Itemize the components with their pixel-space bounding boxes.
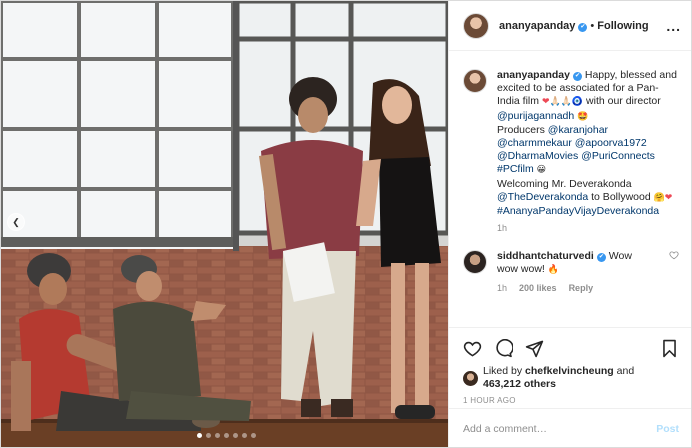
caption-emojis: ❤🙏🏻🙏🏻🧿 (541, 97, 584, 108)
comment-like-icon[interactable] (669, 250, 679, 263)
liked-middle: and (613, 365, 635, 377)
heart-icon[interactable] (463, 339, 482, 358)
mention-link[interactable]: @DharmaMovies (497, 150, 578, 162)
comment-emoji: 🔥 (547, 265, 559, 276)
following-button[interactable]: Following (597, 20, 648, 32)
caption-meta: 1h (497, 223, 679, 233)
liker-username[interactable]: chefkelvincheung (525, 365, 614, 377)
caption-emojis: 🤩 (574, 111, 589, 122)
post-timestamp[interactable]: 1 HOUR AGO (463, 396, 679, 405)
liker-avatar[interactable] (463, 370, 478, 386)
comment-icon[interactable] (494, 338, 513, 358)
caption-username[interactable]: ananyapanday (497, 69, 570, 81)
separator-dot: • (590, 19, 595, 32)
add-comment-input[interactable] (463, 423, 657, 435)
caption-emojis: 🤗❤ (653, 192, 673, 203)
caption-text: ananyapanday ✔ Happy, blessed and excited… (497, 69, 679, 218)
commenter-username[interactable]: siddhantchaturvedi (497, 250, 594, 262)
comment-meta: 1h 200 likes Reply (497, 283, 679, 293)
author-username[interactable]: ananyapanday (499, 20, 575, 32)
liked-by-text: Liked by chefkelvincheung and 463,212 oth… (483, 365, 634, 391)
post-header: ananyapanday ✔ • Following ... (449, 1, 691, 51)
mention-link[interactable]: @charmmekaur (497, 137, 572, 149)
action-icons (463, 334, 679, 362)
comment-item: siddhantchaturvedi ✔ Wow wow wow! 🔥 (463, 250, 679, 277)
caption: ananyapanday ✔ Happy, blessed and excited… (463, 69, 679, 218)
photo-illustration (1, 1, 448, 447)
comment-time[interactable]: 1h (497, 283, 507, 293)
carousel-dot (242, 433, 247, 438)
carousel-prev-icon[interactable]: ❮ (7, 213, 25, 231)
mention-link[interactable]: @TheDeverakonda (497, 191, 588, 203)
carousel-dot (251, 433, 256, 438)
carousel-dot (233, 433, 238, 438)
author-avatar[interactable] (463, 12, 489, 39)
caption-part: to Bollywood (588, 190, 654, 203)
likes-count-number: 463,212 (483, 378, 521, 390)
verified-badge-icon: ✔ (572, 72, 582, 81)
mention-link[interactable]: @PuriConnects (581, 150, 655, 162)
carousel-dot (224, 433, 229, 438)
reply-button[interactable]: Reply (569, 283, 594, 293)
verified-badge-icon: ✔ (578, 22, 588, 32)
author-name-group: ananyapanday ✔ (499, 20, 588, 32)
hashtag-link[interactable]: #AnanyaPandayVijayDeverakonda (497, 205, 659, 217)
post-photo[interactable]: ❮ (1, 1, 448, 447)
more-options-icon[interactable]: ... (666, 18, 681, 34)
carousel-dot (215, 433, 220, 438)
carousel-dot (206, 433, 211, 438)
commenter-avatar[interactable] (463, 250, 487, 275)
hashtag-link[interactable]: #PCfilm (497, 163, 534, 175)
mention-link[interactable]: @apoorva1972 (575, 137, 647, 149)
comment-likes[interactable]: 200 likes (519, 283, 557, 293)
comments-section: ananyapanday ✔ Happy, blessed and excited… (449, 51, 691, 327)
caption-emojis: 😀 (533, 165, 547, 176)
post-side-panel: ananyapanday ✔ • Following ... ananyapand… (448, 1, 691, 447)
mention-link[interactable]: @karanjohar (548, 124, 608, 136)
caption-part: with our director (583, 95, 661, 108)
share-icon[interactable] (525, 339, 544, 358)
likes-count[interactable]: 463,212 others (483, 378, 556, 390)
caption-avatar[interactable] (463, 69, 487, 93)
carousel-dots (197, 433, 256, 438)
caption-part: Producers (497, 123, 548, 136)
likes-count-suffix: others (520, 378, 556, 390)
post-comment-button[interactable]: Post (656, 423, 679, 435)
caption-part: Welcoming Mr. Deverakonda (497, 177, 632, 190)
verified-badge-icon: ✔ (596, 253, 606, 263)
post-container: ❮ ananyapanday ✔ • Following ... ananyap… (0, 0, 692, 448)
mention-link[interactable]: @purijagannadh (497, 110, 574, 122)
liked-prefix: Liked by (483, 365, 526, 377)
liked-by: Liked by chefkelvincheung and 463,212 oth… (463, 365, 679, 391)
carousel-dot (197, 433, 202, 438)
caption-time[interactable]: 1h (497, 223, 507, 233)
add-comment-bar: Post (449, 408, 691, 447)
comment-text: siddhantchaturvedi ✔ Wow wow wow! 🔥 (497, 250, 647, 277)
bookmark-icon[interactable] (660, 339, 679, 358)
